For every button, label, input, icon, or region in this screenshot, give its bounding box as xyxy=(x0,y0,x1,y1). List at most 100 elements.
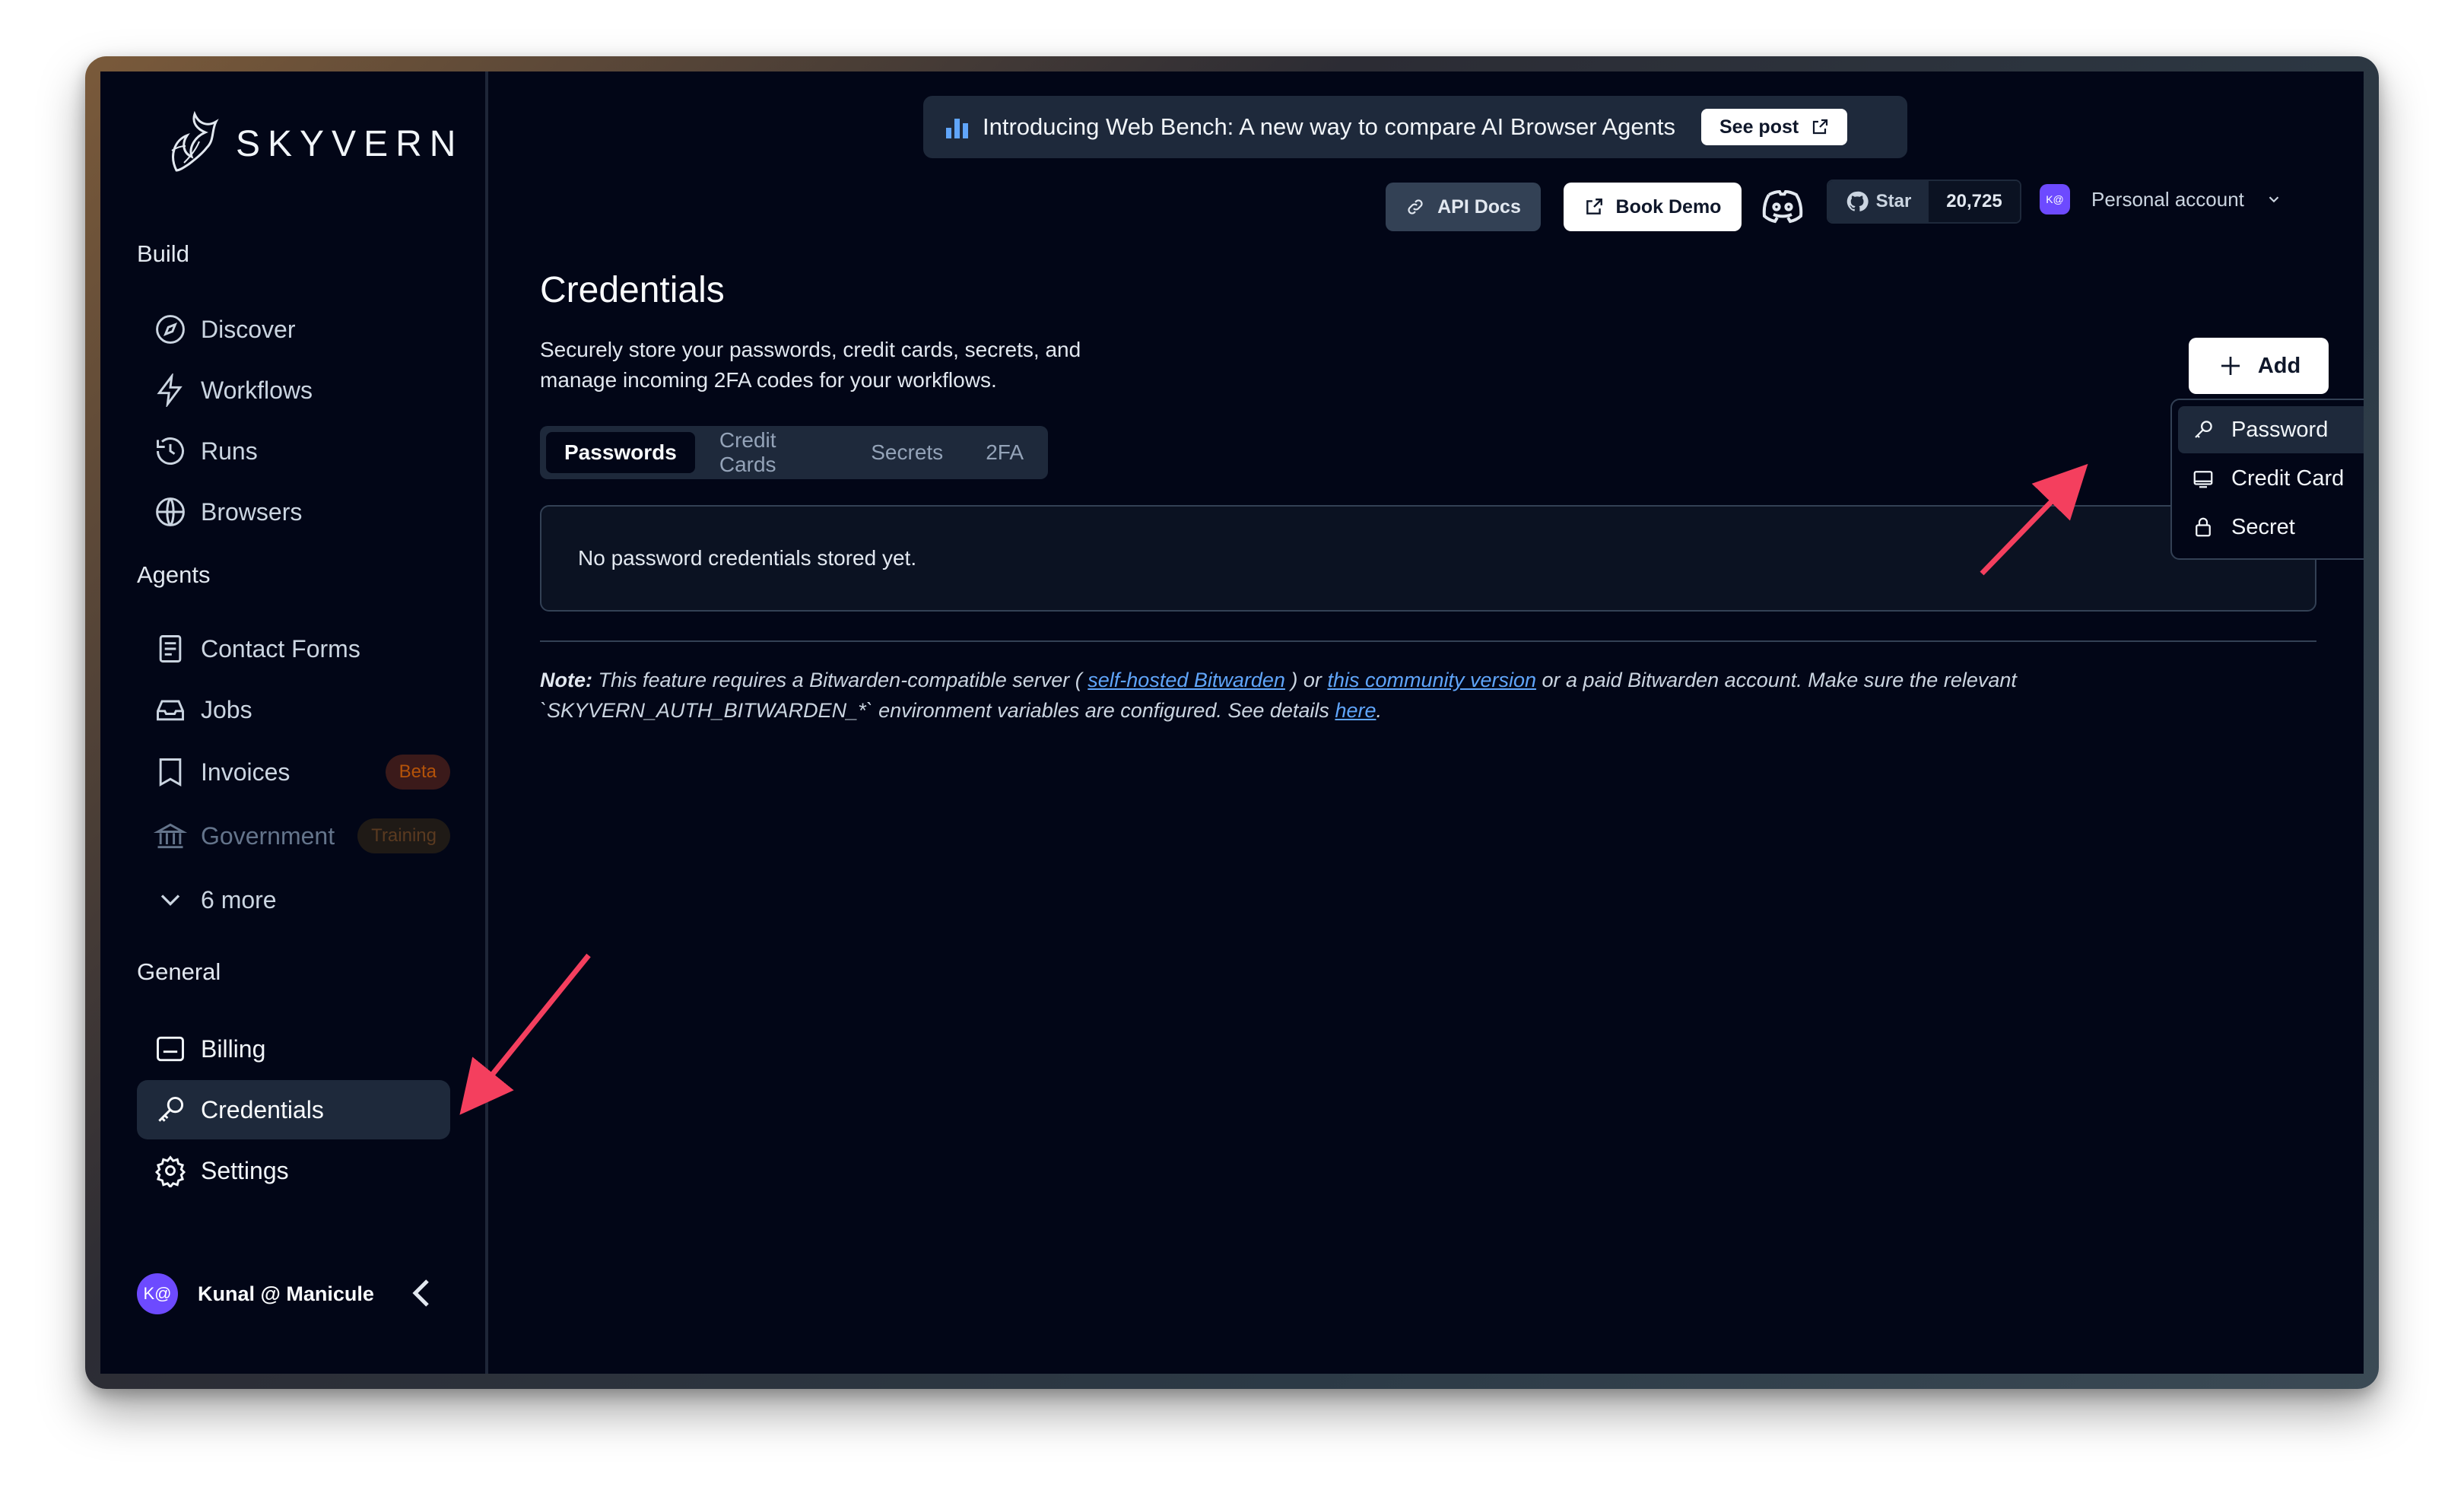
bank-icon xyxy=(154,823,187,849)
sidebar-item-label: Runs xyxy=(201,437,258,465)
section-general: General xyxy=(137,958,221,985)
book-demo-label: Book Demo xyxy=(1615,195,1722,218)
sidebar-item-workflows[interactable]: Workflows xyxy=(137,361,450,420)
sidebar-item-label: Government xyxy=(201,821,335,850)
credit-card-icon xyxy=(2193,471,2213,488)
inbox-icon xyxy=(157,700,184,721)
billing-icon xyxy=(157,1036,184,1062)
tab-passwords[interactable]: Passwords xyxy=(546,432,695,473)
note-text: ) or xyxy=(1284,669,1328,691)
external-link-icon xyxy=(1586,199,1602,214)
user-profile[interactable]: K@ Kunal @ Manicule xyxy=(137,1273,374,1314)
menu-item-credit-card[interactable]: Credit Card xyxy=(2178,455,2364,502)
account-label: Personal account xyxy=(2091,187,2244,211)
sidebar-item-label: 6 more xyxy=(201,885,277,914)
lock-icon xyxy=(2196,517,2211,537)
beta-badge: Beta xyxy=(385,755,450,790)
book-demo-button[interactable]: Book Demo xyxy=(1564,183,1742,231)
bar-chart-icon xyxy=(946,116,970,138)
discord-icon[interactable] xyxy=(1760,186,1805,228)
brand-logo[interactable]: SKYVERN xyxy=(161,110,463,178)
sidebar-item-label: Browsers xyxy=(201,497,303,526)
github-star-label: Star xyxy=(1875,191,1912,211)
sidebar-item-invoices[interactable]: Invoices Beta xyxy=(137,742,450,802)
sidebar-item-discover[interactable]: Discover xyxy=(137,300,450,359)
github-star-count: 20,725 xyxy=(1929,181,2020,222)
form-icon xyxy=(159,635,182,663)
section-build: Build xyxy=(137,240,189,267)
sidebar-item-billing[interactable]: Billing xyxy=(137,1019,450,1079)
add-label: Add xyxy=(2257,353,2301,378)
menu-item-secret[interactable]: Secret xyxy=(2178,504,2364,551)
link-icon xyxy=(1408,199,1423,214)
sidebar-item-credentials[interactable]: Credentials xyxy=(137,1080,450,1139)
key-icon xyxy=(158,1096,184,1122)
sidebar-item-contact-forms[interactable]: Contact Forms xyxy=(137,619,450,678)
sidebar-item-label: Invoices xyxy=(201,758,291,786)
menu-item-password[interactable]: Password xyxy=(2178,406,2364,453)
section-agents: Agents xyxy=(137,561,211,588)
main-content: Introducing Web Bench: A new way to comp… xyxy=(491,71,2364,1374)
sidebar-item-browsers[interactable]: Browsers xyxy=(137,482,450,542)
globe-icon xyxy=(156,497,185,526)
compass-icon xyxy=(156,315,185,344)
sidebar-item-label: Credentials xyxy=(201,1095,324,1123)
github-star-button[interactable]: Star xyxy=(1828,181,1929,222)
tab-2fa[interactable]: 2FA xyxy=(967,432,1042,473)
divider xyxy=(540,640,2316,642)
api-docs-button[interactable]: API Docs xyxy=(1386,183,1541,231)
skyvern-logo-icon xyxy=(171,110,219,172)
self-hosted-bitwarden-link[interactable]: self-hosted Bitwarden xyxy=(1088,669,1285,691)
external-link-icon xyxy=(1813,119,1828,135)
see-post-label: See post xyxy=(1719,116,1799,138)
see-post-button[interactable]: See post xyxy=(1701,109,1848,145)
page-description: Securely store your passwords, credit ca… xyxy=(540,338,1081,392)
collapse-sidebar-icon[interactable] xyxy=(406,1272,437,1314)
sidebar-item-runs[interactable]: Runs xyxy=(137,421,450,481)
add-credential-button[interactable]: Add xyxy=(2189,338,2329,394)
credential-tabs: Passwords Credit Cards Secrets 2FA xyxy=(540,426,1048,479)
menu-item-label: Secret xyxy=(2231,514,2295,539)
sidebar-item-label: Billing xyxy=(201,1034,266,1063)
sidebar-item-settings[interactable]: Settings xyxy=(137,1141,450,1200)
github-star-widget[interactable]: Star 20,725 xyxy=(1827,180,2021,224)
empty-message: No password credentials stored yet. xyxy=(578,546,917,570)
brand-name: SKYVERN xyxy=(236,123,464,164)
sidebar: SKYVERN Build Discover Workflows Runs Br… xyxy=(100,71,488,1374)
details-link[interactable]: here xyxy=(1335,699,1376,722)
sidebar-item-jobs[interactable]: Jobs xyxy=(137,680,450,739)
lightning-icon xyxy=(157,373,183,407)
plus-icon xyxy=(2221,357,2240,375)
community-version-link[interactable]: this community version xyxy=(1327,669,1536,691)
note-text: This feature requires a Bitwarden-compat… xyxy=(592,669,1088,691)
chevron-down-icon xyxy=(2269,196,2279,203)
sidebar-item-label: Workflows xyxy=(201,376,313,404)
note-text: . xyxy=(1376,699,1382,722)
tab-secrets[interactable]: Secrets xyxy=(853,432,961,473)
avatar: K@ xyxy=(137,1273,178,1314)
tab-credit-cards[interactable]: Credit Cards xyxy=(701,428,846,476)
key-icon xyxy=(2195,421,2212,438)
bookmark-icon xyxy=(159,758,182,787)
empty-state: No password credentials stored yet. xyxy=(540,505,2316,612)
history-icon xyxy=(157,437,184,465)
api-docs-label: API Docs xyxy=(1437,195,1521,218)
announcement-banner: Introducing Web Bench: A new way to comp… xyxy=(923,96,1907,158)
app-window: SKYVERN Build Discover Workflows Runs Br… xyxy=(100,71,2364,1374)
account-avatar: K@ xyxy=(2040,184,2070,214)
github-icon xyxy=(1846,191,1869,211)
sidebar-item-label: Discover xyxy=(201,315,296,343)
account-switcher[interactable]: K@ Personal account xyxy=(2040,184,2282,214)
banner-text: Introducing Web Bench: A new way to comp… xyxy=(983,113,1675,140)
page-title: Credentials xyxy=(540,270,725,310)
note-prefix: Note: xyxy=(540,669,592,691)
bitwarden-note: Note: This feature requires a Bitwarden-… xyxy=(540,665,2289,726)
sidebar-item-government[interactable]: Government Training xyxy=(137,806,450,866)
menu-item-label: Password xyxy=(2231,417,2329,442)
sidebar-more-toggle[interactable]: 6 more xyxy=(137,870,450,929)
sidebar-item-label: Jobs xyxy=(201,695,252,723)
menu-item-label: Credit Card xyxy=(2231,466,2345,491)
sidebar-item-label: Settings xyxy=(201,1156,289,1184)
app-frame: SKYVERN Build Discover Workflows Runs Br… xyxy=(85,56,2379,1389)
user-name: Kunal @ Manicule xyxy=(198,1282,374,1305)
